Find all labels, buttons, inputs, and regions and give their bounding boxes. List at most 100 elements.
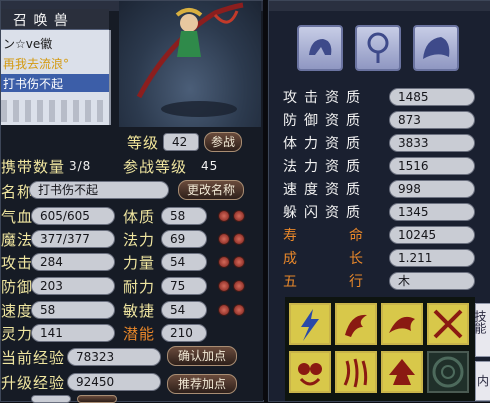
- window-gap: [263, 0, 267, 400]
- aptitude-window: 攻击资质 1485 防御资质 873 体力资质 3833 法力资质 1516 速…: [268, 0, 490, 402]
- equipment-slot[interactable]: [355, 25, 401, 71]
- join-level-value: 45: [201, 159, 219, 173]
- skill-slot[interactable]: [335, 351, 377, 393]
- rename-button[interactable]: 更改名称: [178, 180, 244, 200]
- owl-icon: [291, 353, 329, 391]
- stat-value: 284: [31, 253, 115, 271]
- extra-field: [31, 395, 71, 403]
- recommend-points-button[interactable]: 推荐加点: [167, 374, 237, 394]
- skill-slot-empty[interactable]: [427, 351, 469, 393]
- pet-list[interactable]: ン☆ve徽 再我去流浪° 打书伤不起: [1, 30, 111, 125]
- add-point-button[interactable]: [218, 256, 230, 268]
- add-point-button[interactable]: [218, 304, 230, 316]
- aptitude-label: 防御资质: [283, 113, 367, 129]
- aptitude-title-bar: [269, 1, 490, 11]
- stat-label: 气血: [1, 208, 34, 226]
- name-input[interactable]: 打书伤不起: [29, 181, 169, 199]
- upgrade-exp-value: 92450: [67, 373, 161, 391]
- confirm-points-button[interactable]: 确认加点: [167, 346, 237, 366]
- pet-list-header: 召 唤 兽: [1, 9, 109, 30]
- attr-value: 54: [161, 253, 207, 271]
- attr-label: 体质: [123, 208, 156, 226]
- decorative-border: [1, 100, 107, 122]
- aptitude-value: 3833: [389, 134, 475, 152]
- add-point-button[interactable]: [218, 280, 230, 292]
- aptitude-label: 躲闪资质: [283, 205, 367, 221]
- skill-slot[interactable]: [289, 351, 331, 393]
- remove-point-button[interactable]: [233, 233, 245, 245]
- inner-tab-label: 内: [477, 374, 490, 388]
- potential-value: 210: [161, 324, 207, 342]
- dragon-icon: [337, 305, 375, 343]
- skill-slot[interactable]: [289, 303, 331, 345]
- remove-point-button[interactable]: [233, 304, 245, 316]
- current-exp-value: 78323: [67, 348, 161, 366]
- equipment-slot[interactable]: [413, 25, 459, 71]
- carry-count-label: 携带数量: [1, 158, 66, 176]
- armor-icon: [423, 37, 450, 59]
- attr-label: 耐力: [123, 278, 156, 296]
- skill-slot[interactable]: [427, 303, 469, 345]
- extra-button[interactable]: [77, 395, 117, 403]
- element-value: 木: [389, 272, 475, 290]
- stat-label: 灵力: [1, 325, 34, 343]
- attr-value: 69: [161, 230, 207, 248]
- inner-side-tab[interactable]: 内: [475, 361, 490, 401]
- aptitude-label: 体力资质: [283, 136, 367, 152]
- necklace-icon: [367, 32, 389, 63]
- current-exp-label: 当前经验: [1, 349, 66, 367]
- skill-slot[interactable]: [381, 303, 423, 345]
- skill-tab-label: 技能: [473, 310, 487, 334]
- battle-button[interactable]: 参战: [204, 132, 242, 152]
- remove-point-button[interactable]: [233, 210, 245, 222]
- add-point-button[interactable]: [218, 233, 230, 245]
- remove-point-button[interactable]: [233, 280, 245, 292]
- skill-side-tab[interactable]: 技能: [473, 303, 490, 357]
- attr-value: 54: [161, 301, 207, 319]
- helmet-icon: [309, 39, 332, 55]
- pet-list-item-selected[interactable]: 打书伤不起: [1, 74, 109, 92]
- growth-value: 1.211: [389, 249, 475, 267]
- level-label: 等级: [127, 134, 160, 152]
- level-field: 42: [163, 133, 199, 151]
- claw-icon: [337, 353, 375, 391]
- remove-point-button[interactable]: [233, 256, 245, 268]
- pet-name: ン☆ve徽: [3, 37, 53, 51]
- empty-slot-icon: [432, 356, 464, 388]
- crossed-weapons-icon: [429, 305, 467, 343]
- aptitude-label: 法力资质: [283, 159, 367, 175]
- pet-list-title: 召 唤 兽: [13, 13, 69, 29]
- attr-label: 法力: [123, 231, 156, 249]
- attr-value: 58: [161, 207, 207, 225]
- stat-value: 377/377: [31, 230, 115, 248]
- skill-slot[interactable]: [335, 303, 377, 345]
- skill-slot[interactable]: [381, 351, 423, 393]
- lifespan-value: 10245: [389, 226, 475, 244]
- upgrade-exp-label: 升级经验: [1, 374, 66, 392]
- pet-attributes-window: 召 唤 兽 ン☆ve徽 再我去流浪° 打书伤不起 等级 42 参战 携带数量 3…: [0, 0, 264, 403]
- aptitude-value: 1485: [389, 88, 475, 106]
- add-point-button[interactable]: [218, 210, 230, 222]
- lightning-icon: [291, 305, 329, 343]
- attr-label: 力量: [123, 254, 156, 272]
- attr-value: 75: [161, 277, 207, 295]
- aptitude-value: 1345: [389, 203, 475, 221]
- stat-label: 攻击: [1, 254, 34, 272]
- stat-label: 魔法: [1, 231, 34, 249]
- pet-list-item[interactable]: 再我去流浪°: [1, 54, 109, 72]
- stat-value: 58: [31, 301, 115, 319]
- stat-value: 605/605: [31, 207, 115, 225]
- aptitude-value: 1516: [389, 157, 475, 175]
- pet-list-item[interactable]: ン☆ve徽: [1, 34, 109, 52]
- pet-sprite-icon: [136, 2, 244, 117]
- aptitude-label: 攻击资质: [283, 90, 367, 106]
- pet-name: 打书伤不起: [3, 77, 64, 91]
- carry-count-value: 3/8: [69, 159, 92, 173]
- equipment-slot[interactable]: [297, 25, 343, 71]
- stat-value: 141: [31, 324, 115, 342]
- stat-label: 防御: [1, 278, 34, 296]
- stat-value: 203: [31, 277, 115, 295]
- aptitude-label: 速度资质: [283, 182, 367, 198]
- skill-grid: [285, 297, 475, 401]
- join-level-label: 参战等级: [123, 158, 188, 176]
